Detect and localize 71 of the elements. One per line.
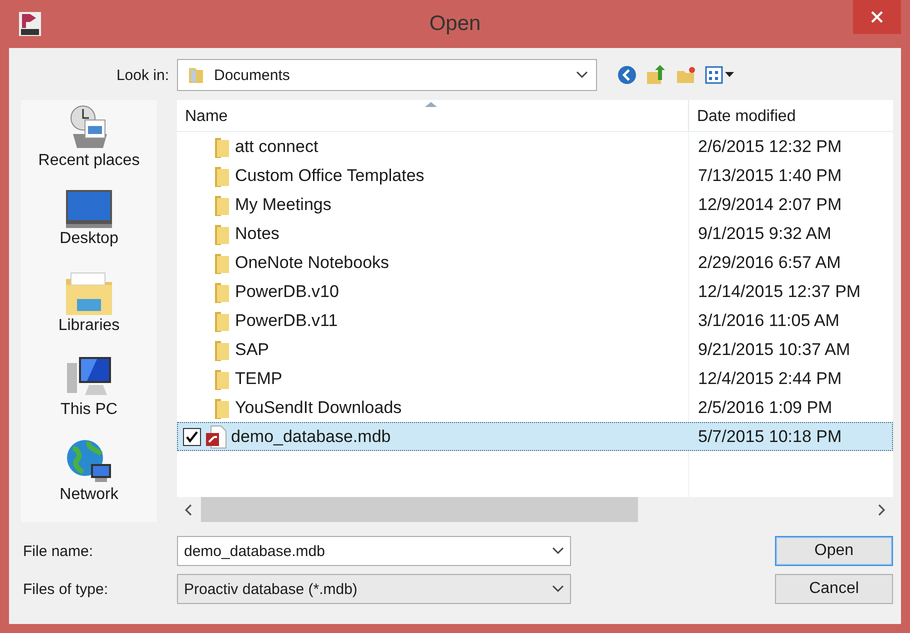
chevron-down-icon <box>552 585 564 593</box>
file-row[interactable]: My Meetings 12/9/2014 2:07 PM <box>177 190 893 219</box>
place-label: Recent places <box>38 152 140 170</box>
file-name-field[interactable]: demo_database.mdb <box>177 536 571 566</box>
file-type-label: Files of type: <box>22 580 110 598</box>
close-button[interactable] <box>853 0 901 34</box>
sort-arrow-icon <box>425 101 437 107</box>
date-modified: 12/4/2015 2:44 PM <box>697 368 842 388</box>
file-row[interactable]: OneNote Notebooks 2/29/2016 6:57 AM <box>177 248 893 277</box>
place-item[interactable]: Libraries <box>58 271 120 355</box>
file-row[interactable]: Notes 9/1/2015 9:32 AM <box>177 219 893 248</box>
window-title: Open <box>429 12 481 36</box>
name-column-header[interactable]: Name <box>177 100 689 131</box>
file-row[interactable]: Custom Office Templates 7/13/2015 1:40 PM <box>177 161 893 190</box>
date-modified: 7/13/2015 1:40 PM <box>697 166 842 186</box>
date-modified: 3/1/2016 11:05 AM <box>697 310 840 330</box>
date-modified: 12/14/2015 12:37 PM <box>697 282 861 302</box>
file-name: YouSendIt Downloads <box>235 398 402 418</box>
look-in-dropdown[interactable]: Documents <box>177 59 597 91</box>
chevron-down-icon <box>576 71 588 79</box>
database-file-icon <box>205 424 227 448</box>
date-modified: 2/29/2016 6:57 AM <box>697 252 841 272</box>
scrollbar-thumb[interactable] <box>201 497 638 522</box>
look-in-label: Look in: <box>115 66 170 84</box>
folder-icon <box>186 65 206 85</box>
place-label: This PC <box>60 400 118 419</box>
place-item[interactable]: Network <box>60 438 118 522</box>
file-name: My Meetings <box>235 194 332 214</box>
date-modified: 2/5/2016 1:09 PM <box>697 398 832 418</box>
file-row[interactable]: PowerDB.v11 3/1/2016 11:05 AM <box>177 306 893 335</box>
file-name: OneNote Notebooks <box>235 252 390 272</box>
place-item[interactable]: Recent places <box>38 104 140 188</box>
file-name: PowerDB.v11 <box>235 310 338 330</box>
date-modified: 5/7/2015 10:18 PM <box>697 426 842 446</box>
up-folder-icon[interactable] <box>645 64 667 86</box>
new-folder-icon[interactable] <box>675 65 697 85</box>
file-row[interactable]: demo_database.mdb 5/7/2015 10:18 PM <box>177 422 893 451</box>
scroll-right-icon[interactable] <box>877 504 887 516</box>
file-row[interactable]: PowerDB.v10 12/14/2015 12:37 PM <box>177 277 893 306</box>
cancel-button[interactable]: Cancel <box>775 574 893 604</box>
place-label: Desktop <box>60 230 118 248</box>
file-row[interactable]: SAP 9/21/2015 10:37 AM <box>177 335 893 364</box>
date-column-header[interactable]: Date modified <box>689 100 796 131</box>
view-menu-icon[interactable] <box>705 66 735 84</box>
date-modified: 9/1/2015 9:32 AM <box>697 224 832 244</box>
file-row[interactable]: TEMP 12/4/2015 2:44 PM <box>177 364 893 393</box>
file-name: demo_database.mdb <box>231 426 391 446</box>
app-logo-icon <box>19 12 41 36</box>
file-name: att connect <box>235 136 318 156</box>
date-modified: 9/21/2015 10:37 AM <box>697 340 850 360</box>
file-type-dropdown[interactable]: Proactiv database (*.mdb) <box>177 574 571 604</box>
file-name: PowerDB.v10 <box>235 282 339 302</box>
back-icon[interactable] <box>617 65 637 85</box>
file-row[interactable]: YouSendIt Downloads 2/5/2016 1:09 PM <box>177 393 893 422</box>
file-name: SAP <box>235 340 270 360</box>
close-icon <box>870 10 884 24</box>
file-name: Notes <box>235 224 280 244</box>
chevron-down-icon <box>552 547 564 555</box>
file-row[interactable]: att connect 2/6/2015 12:32 PM <box>177 132 893 161</box>
place-item[interactable]: This PC <box>60 354 118 438</box>
checkbox[interactable] <box>183 428 201 446</box>
file-name: TEMP <box>235 368 282 388</box>
file-name: Custom Office Templates <box>235 166 424 186</box>
date-modified: 2/6/2015 12:32 PM <box>697 136 842 156</box>
file-name-label: File name: <box>22 542 94 560</box>
scroll-left-icon[interactable] <box>183 504 193 516</box>
date-modified: 12/9/2014 2:07 PM <box>697 194 842 214</box>
open-button[interactable]: Open <box>775 536 893 566</box>
place-label: Network <box>60 486 118 504</box>
place-item[interactable]: Desktop <box>60 188 118 272</box>
place-label: Libraries <box>58 317 120 336</box>
